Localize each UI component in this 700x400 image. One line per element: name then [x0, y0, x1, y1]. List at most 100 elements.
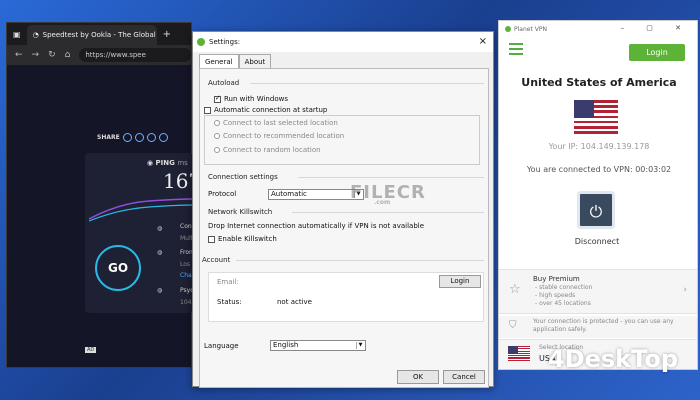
radio-last-location[interactable]: Connect to last selected location — [214, 119, 338, 127]
settings-tabs: General About — [199, 54, 272, 69]
radio-label: Connect to last selected location — [223, 119, 338, 127]
back-icon[interactable]: ← — [15, 50, 23, 60]
checkbox-unchecked — [208, 235, 215, 243]
close-icon[interactable]: × — [479, 36, 487, 47]
ok-button[interactable]: OK — [397, 370, 439, 384]
sidebar-toggle-icon[interactable]: ▣ — [13, 30, 21, 39]
new-tab-icon[interactable]: + — [163, 29, 171, 40]
url-field[interactable]: https://www.spee — [79, 48, 191, 62]
go-label: GO — [107, 261, 129, 275]
usa-flag-icon — [574, 100, 618, 134]
disconnect-label[interactable]: Disconnect — [499, 237, 695, 246]
buy-premium-card[interactable]: ☆ Buy Premium - stable connection - high… — [499, 269, 697, 314]
go-button[interactable]: GO — [95, 245, 141, 291]
divider — [236, 260, 484, 261]
browser-tabbar: ▣ ◔ Speedtest by Ookla - The Global ✕ + — [7, 23, 191, 45]
protocol-value: Automatic — [271, 190, 307, 198]
browser-tab[interactable]: ◔ Speedtest by Ookla - The Global ✕ — [26, 25, 157, 45]
ip-address: Your IP: 104.149.139.178 — [548, 142, 650, 151]
refresh-icon[interactable]: ↻ — [48, 50, 56, 60]
divider — [292, 212, 484, 213]
enable-killswitch-label: Enable Killswitch — [218, 235, 277, 243]
filecr-watermark: FILECR .com — [350, 182, 426, 206]
ad-badge: AD — [85, 347, 97, 353]
status-label: Status: — [217, 298, 242, 306]
speedtest-page: SHARE ◉ PING ms 167 GO ◍ Conn Multi ◍ Fr… — [7, 65, 201, 367]
vpn-login-button[interactable]: Login — [629, 44, 685, 61]
shield-icon: ⛉ — [509, 320, 517, 331]
run-with-windows-label: Run with Windows — [224, 95, 288, 103]
radio-label: Connect to random location — [223, 146, 321, 154]
user-icon: ◍ — [157, 287, 163, 294]
connection-timer: You are connected to VPN: 00:03:02 — [526, 165, 672, 174]
more-share-icon[interactable] — [158, 133, 168, 142]
radio-random-location[interactable]: Connect to random location — [214, 146, 321, 154]
account-box: Email: Login Status: not active — [208, 272, 484, 322]
speedtest-panel: ◉ PING ms 167 GO ◍ Conn Multi ◍ Front Lo… — [85, 153, 201, 313]
vpn-titlebar: Planet VPN – ▢ ✕ — [499, 21, 697, 37]
speed-graph — [89, 198, 193, 222]
login-label: Login — [450, 277, 470, 285]
vpn-app-title: Planet VPN — [514, 25, 547, 33]
run-with-windows-checkbox[interactable]: Run with Windows — [214, 94, 288, 103]
window-controls[interactable]: – ▢ ✕ — [621, 24, 691, 32]
radio-recommended-location[interactable]: Connect to recommended location — [214, 132, 344, 140]
ping-unit: ms — [177, 159, 188, 167]
cancel-button[interactable]: Cancel — [443, 370, 485, 384]
share-bar: SHARE — [97, 133, 168, 142]
home-icon[interactable]: ⌂ — [65, 50, 71, 60]
premium-feature: - stable connection — [535, 284, 593, 291]
4desktop-watermark: 4DeskTop — [548, 345, 678, 373]
star-icon: ☆ — [509, 282, 521, 297]
power-icon[interactable]: ⏻ — [577, 191, 615, 229]
checkbox-checked — [214, 94, 221, 103]
selected-country: United States of America — [521, 76, 677, 89]
forward-icon[interactable]: → — [32, 50, 40, 60]
status-value: not active — [277, 298, 312, 306]
ping-text: PING — [155, 159, 175, 167]
settings-title: Settings: — [209, 38, 241, 46]
server-icon: ◍ — [157, 225, 163, 232]
premium-title: Buy Premium — [533, 275, 580, 283]
chevron-right-icon: › — [683, 285, 687, 295]
enable-killswitch-checkbox[interactable]: Enable Killswitch — [208, 235, 277, 243]
chevron-down-icon: ▼ — [356, 342, 364, 349]
ok-label: OK — [412, 373, 424, 381]
account-heading: Account — [202, 256, 231, 264]
address-bar: ← → ↻ ⌂ https://www.spee — [7, 45, 191, 65]
tab-general[interactable]: General — [199, 54, 239, 69]
radio-icon — [214, 120, 220, 126]
settings-dialog: Settings: × General About Autoload Run w… — [192, 31, 494, 388]
globe-icon: ◍ — [157, 249, 163, 256]
language-value: English — [273, 341, 299, 349]
tab-about[interactable]: About — [238, 54, 272, 69]
share-label: SHARE — [97, 134, 120, 141]
planet-vpn-window: Planet VPN – ▢ ✕ Login United States of … — [498, 20, 698, 370]
cancel-label: Cancel — [452, 373, 476, 381]
radio-icon — [214, 147, 220, 153]
protection-notice: ⛉ Your connection is protected - you can… — [499, 316, 697, 338]
account-login-button[interactable]: Login — [439, 275, 481, 288]
connection-heading: Connection settings — [208, 173, 278, 181]
usa-flag-small-icon — [508, 346, 530, 361]
divider — [298, 177, 484, 178]
link-share-icon[interactable] — [122, 133, 132, 142]
premium-feature: - over 45 locations — [535, 300, 591, 307]
protection-text: Your connection is protected - you can u… — [533, 318, 674, 333]
radio-label: Connect to recommended location — [223, 132, 345, 140]
url-text: https://www.spee — [85, 51, 146, 59]
facebook-share-icon[interactable] — [146, 133, 156, 142]
browser-window: ▣ ◔ Speedtest by Ookla - The Global ✕ + … — [6, 22, 201, 368]
auto-connect-checkbox[interactable]: Automatic connection at startup — [204, 106, 327, 114]
auto-connect-label: Automatic connection at startup — [214, 106, 328, 114]
killswitch-heading: Network Killswitch — [208, 208, 273, 216]
radio-icon — [214, 133, 220, 139]
tab-favicon-icon: ◔ — [32, 31, 39, 39]
checkbox-unchecked — [204, 106, 211, 114]
general-pane: Autoload Run with Windows Automatic conn… — [199, 68, 489, 388]
menu-icon[interactable] — [509, 43, 523, 58]
settings-titlebar: Settings: × — [193, 32, 493, 52]
twitter-share-icon[interactable] — [134, 133, 144, 142]
premium-feature: - high speeds — [535, 292, 576, 299]
language-select[interactable]: English ▼ — [270, 340, 366, 351]
